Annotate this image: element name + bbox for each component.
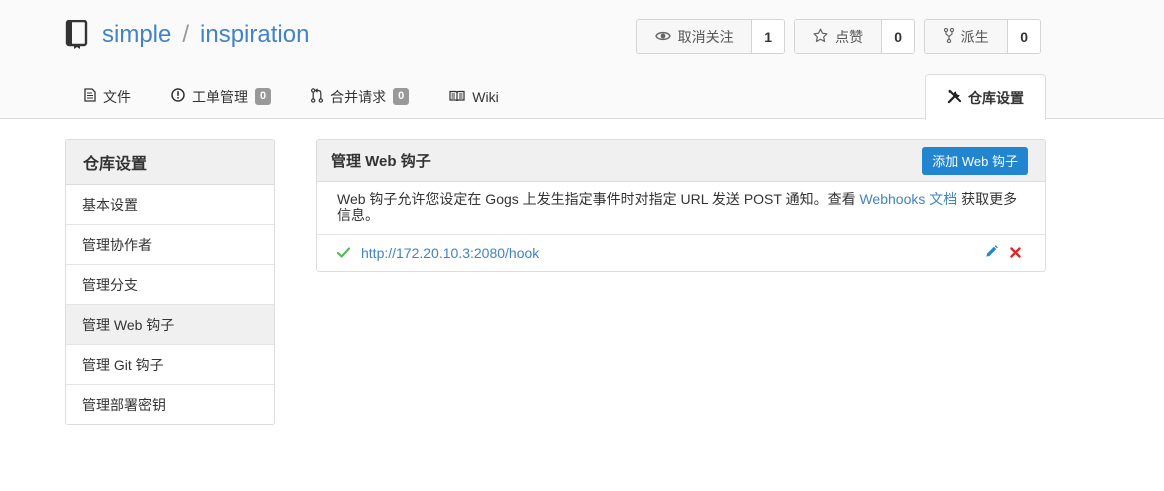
watch-count[interactable]: 1 <box>752 20 784 53</box>
check-icon <box>336 245 351 262</box>
webhooks-docs-link[interactable]: Webhooks 文档 <box>859 191 957 207</box>
repo-tabs: 文件 工单管理 0 合并请求 0 Wiki <box>64 74 519 119</box>
fork-label: 派生 <box>960 28 989 45</box>
tab-wiki[interactable]: Wiki <box>429 74 518 119</box>
issue-opened-icon <box>171 88 185 105</box>
star-count[interactable]: 0 <box>882 20 914 53</box>
file-text-icon <box>84 88 96 105</box>
delete-icon[interactable] <box>1010 245 1021 261</box>
issues-count-badge: 0 <box>255 88 272 105</box>
settings-sidebar: 仓库设置 基本设置 管理协作者 管理分支 管理 Web 钩子 管理 Git 钩子… <box>65 139 275 425</box>
sidebar-item-git-hooks[interactable]: 管理 Git 钩子 <box>66 345 274 385</box>
unwatch-label: 取消关注 <box>677 28 734 45</box>
pull-request-icon <box>311 87 324 106</box>
tab-pull-requests-label: 合并请求 <box>330 88 387 105</box>
sidebar-item-collaborators[interactable]: 管理协作者 <box>66 225 274 265</box>
tab-issues-label: 工单管理 <box>192 88 248 105</box>
webhooks-panel: 管理 Web 钩子 添加 Web 钩子 Web 钩子允许您设定在 Gogs 上发… <box>316 139 1046 272</box>
repo-name-link[interactable]: inspiration <box>200 21 309 49</box>
repo-title: simple / inspiration <box>64 18 309 52</box>
star-icon <box>813 28 828 46</box>
repo-separator: / <box>182 21 190 48</box>
description-text-before: Web 钩子允许您设定在 Gogs 上发生指定事件时对指定 URL 发送 POS… <box>337 191 860 207</box>
tab-settings[interactable]: 仓库设置 <box>925 74 1046 120</box>
repo-book-icon <box>64 19 90 50</box>
pencil-icon[interactable] <box>985 245 998 261</box>
tools-icon <box>947 89 962 107</box>
repo-owner-link[interactable]: simple <box>102 21 171 49</box>
tab-wiki-label: Wiki <box>472 88 499 105</box>
fork-icon <box>943 27 954 46</box>
sidebar-item-options[interactable]: 基本设置 <box>66 185 274 225</box>
eye-icon <box>654 29 671 45</box>
sidebar-item-branches[interactable]: 管理分支 <box>66 265 274 305</box>
sidebar-item-webhooks[interactable]: 管理 Web 钩子 <box>66 305 274 345</box>
tab-pull-requests[interactable]: 合并请求 0 <box>291 74 429 119</box>
webhook-url-link[interactable]: http://172.20.10.3:2080/hook <box>361 245 539 261</box>
book-icon <box>449 89 465 105</box>
star-button[interactable]: 点赞 <box>795 20 883 53</box>
webhook-actions <box>985 245 1021 261</box>
repo-header: simple / inspiration 取消关注 1 点赞 0 派生 0 文件… <box>0 0 1164 120</box>
tab-files[interactable]: 文件 <box>64 74 151 119</box>
star-group: 点赞 0 <box>794 19 915 54</box>
add-webhook-button[interactable]: 添加 Web 钩子 <box>922 146 1028 175</box>
tab-settings-label: 仓库设置 <box>968 89 1024 106</box>
fork-count[interactable]: 0 <box>1008 20 1040 53</box>
watch-group: 取消关注 1 <box>636 19 785 54</box>
sidebar-item-deploy-keys[interactable]: 管理部署密钥 <box>66 385 274 424</box>
panel-header: 管理 Web 钩子 添加 Web 钩子 <box>317 140 1045 182</box>
tab-files-label: 文件 <box>103 88 131 105</box>
tab-issues[interactable]: 工单管理 0 <box>151 74 291 119</box>
sidebar-title: 仓库设置 <box>66 140 274 185</box>
webhooks-description: Web 钩子允许您设定在 Gogs 上发生指定事件时对指定 URL 发送 POS… <box>317 182 1045 235</box>
webhook-list-item: http://172.20.10.3:2080/hook <box>317 235 1045 271</box>
star-label: 点赞 <box>835 28 864 45</box>
panel-title: 管理 Web 钩子 <box>331 153 431 170</box>
fork-group: 派生 0 <box>924 19 1041 54</box>
pull-requests-count-badge: 0 <box>393 88 410 105</box>
fork-button[interactable]: 派生 <box>925 20 1009 53</box>
unwatch-button[interactable]: 取消关注 <box>637 20 753 53</box>
